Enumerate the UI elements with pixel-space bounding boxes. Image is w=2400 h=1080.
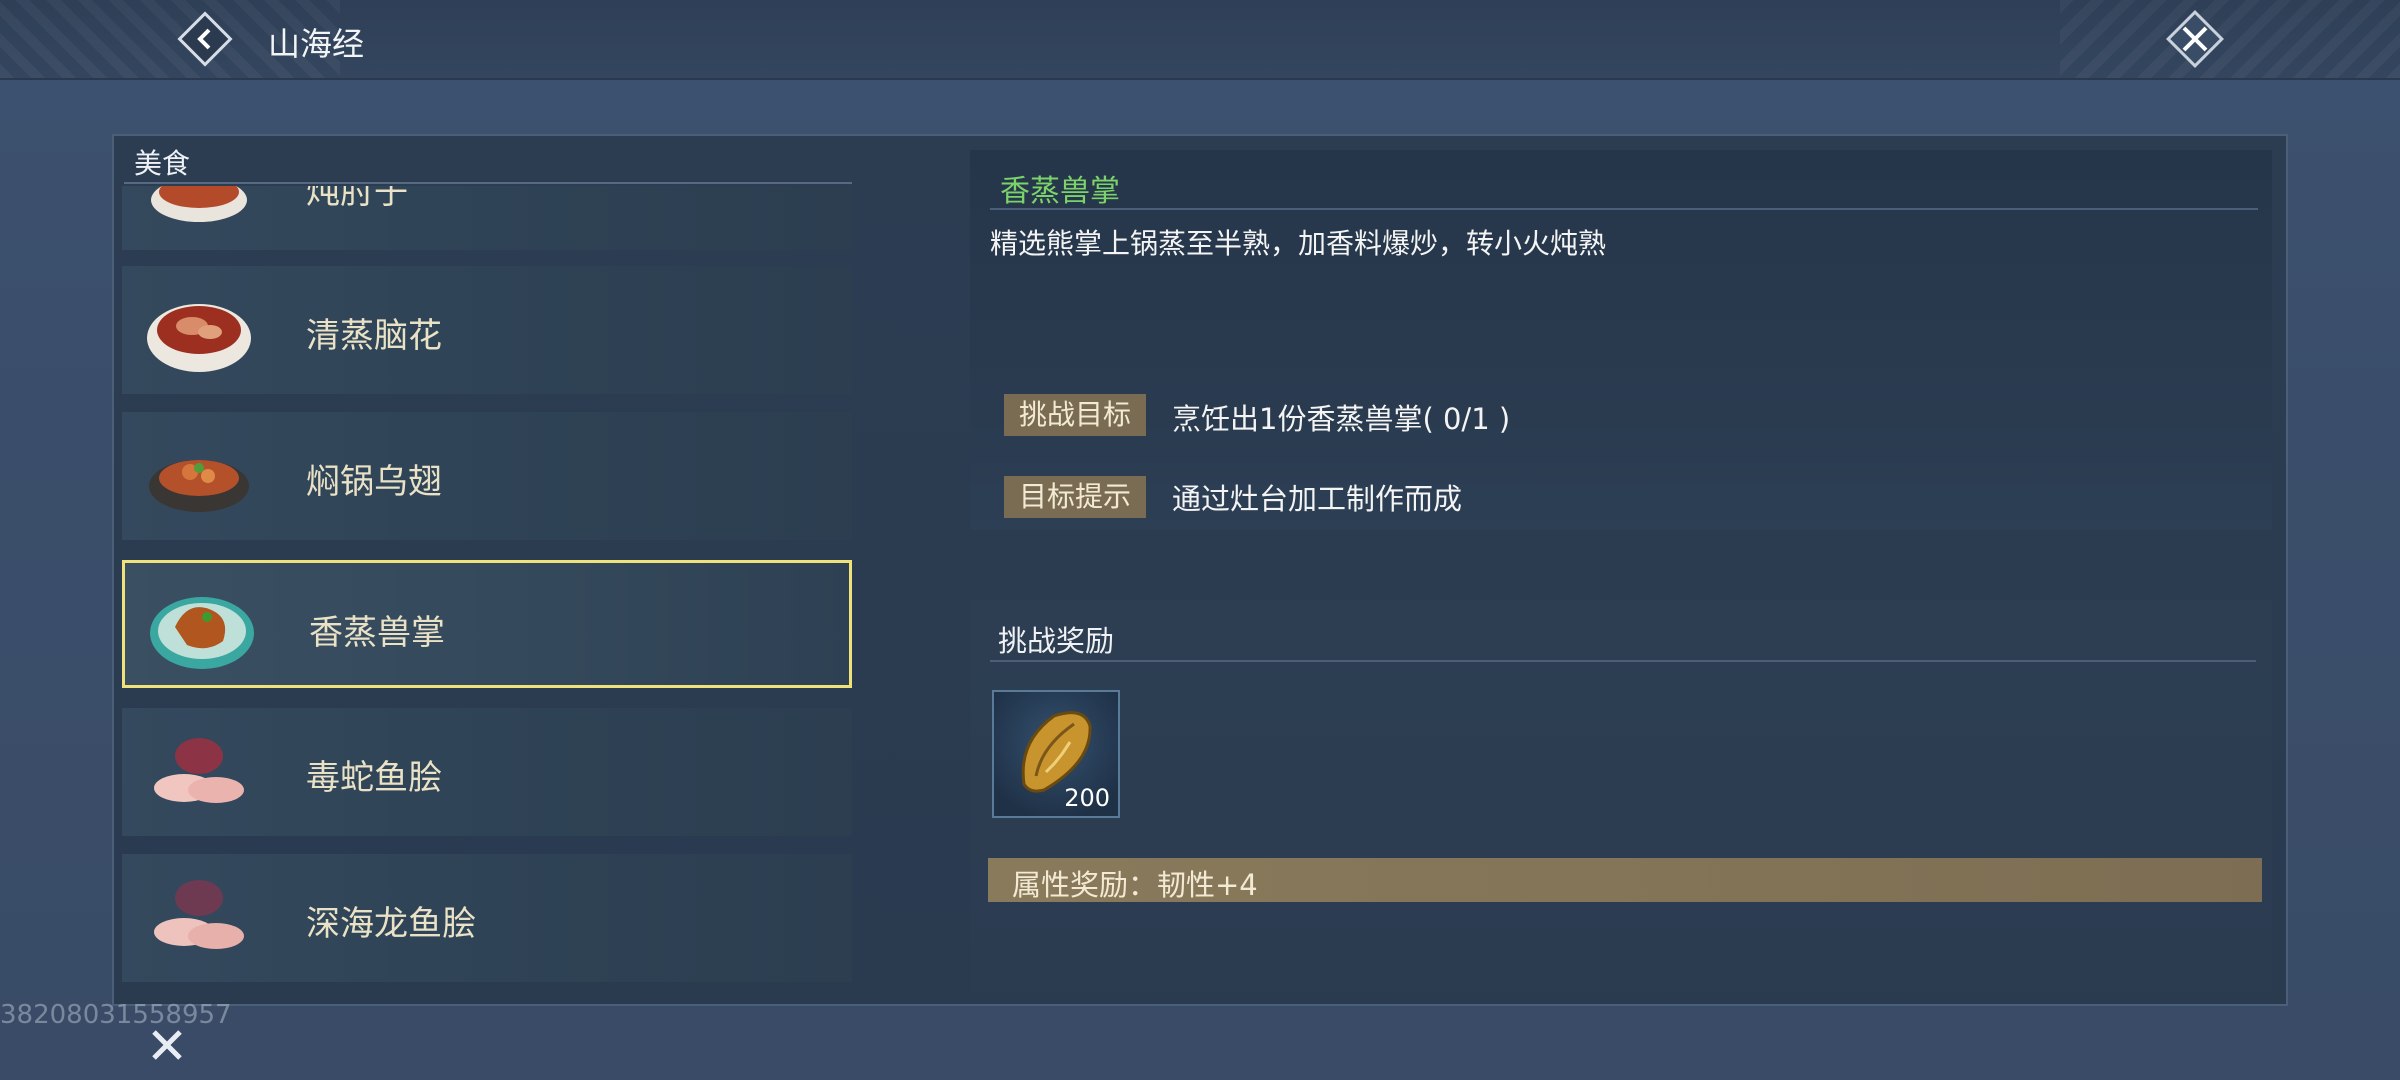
goal-hint-tag: 目标提示 [1004,476,1146,518]
dish-item-stewed-pork-knuckle[interactable]: 炖肘子 [122,186,852,250]
category-divider [124,182,852,184]
detail-divider [990,208,2258,210]
steamed-paw-dish-icon [150,597,254,669]
dish-item-deep-sea-dragonfish[interactable]: 深海龙鱼脍 [122,854,852,982]
fish-slices-icon [154,738,244,803]
dish-name: 深海龙鱼脍 [306,904,476,944]
dish-item-snake-fish-slices[interactable]: 毒蛇鱼脍 [122,708,852,836]
braised-fin-pot-icon [149,460,249,512]
bottom-close-button[interactable] [146,1024,188,1066]
reward-item-slot[interactable]: 200 [992,690,1120,818]
cross-icon [152,1030,182,1060]
steamed-brain-dish-icon [147,304,251,372]
dish-bowl-icon [151,186,247,222]
rewards-panel [970,600,2272,992]
attribute-reward-text: 属性奖励：韧性+4 [1012,868,1258,902]
category-label: 美食 [134,147,191,180]
detail-title: 香蒸兽掌 [1000,174,1120,209]
close-icon [2166,10,2224,68]
reward-count: 200 [1064,784,1110,812]
close-button[interactable] [2164,8,2226,70]
dish-name: 香蒸兽掌 [309,613,445,653]
dish-name: 清蒸脑花 [306,316,442,356]
rewards-title: 挑战奖励 [998,624,1115,658]
dish-name: 炖肘子 [306,186,408,212]
dish-name: 焖锅乌翅 [306,462,442,502]
dish-list[interactable]: 炖肘子 清蒸脑花 焖锅乌翅 香蒸兽掌 毒蛇鱼脍 深海龙鱼脍 [122,186,854,986]
challenge-goal-text: 烹饪出1份香蒸兽掌( 0/1 ) [1172,402,1511,436]
challenge-goal-tag: 挑战目标 [1004,394,1146,436]
rewards-divider [990,660,2256,662]
dish-item-steamed-brain[interactable]: 清蒸脑花 [122,266,852,394]
dragonfish-slices-icon [154,880,244,949]
dish-name: 毒蛇鱼脍 [306,758,442,798]
user-id: 38208031558957 [0,1000,232,1030]
dish-item-steamed-paw[interactable]: 香蒸兽掌 [122,560,852,688]
back-arrow-icon [177,11,233,67]
dish-detail-panel [970,150,2272,530]
detail-description: 精选熊掌上锅蒸至半熟，加香料爆炒，转小火炖熟 [990,227,1607,260]
goal-hint-text: 通过灶台加工制作而成 [1172,482,1463,516]
page-title: 山海经 [268,25,365,63]
back-button[interactable] [176,10,234,68]
dish-item-braised-fin[interactable]: 焖锅乌翅 [122,412,852,540]
